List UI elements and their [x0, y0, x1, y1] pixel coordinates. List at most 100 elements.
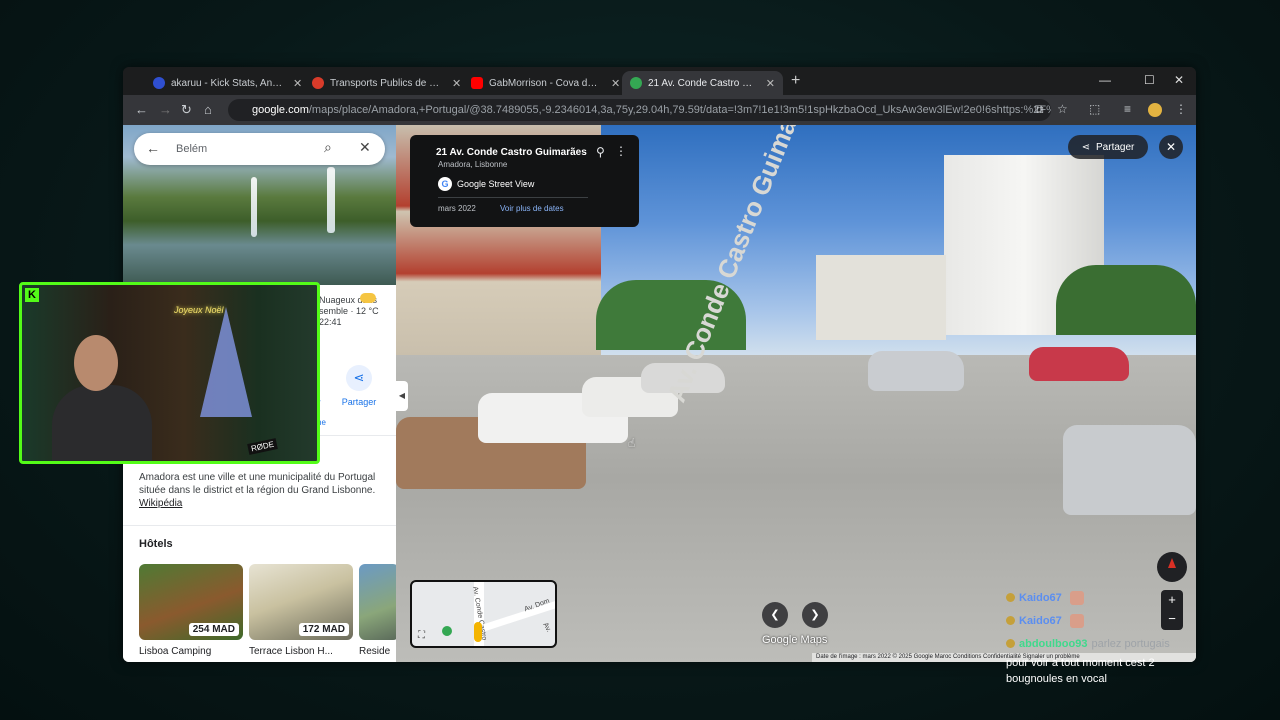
collapse-panel-button[interactable]: ◀ [396, 381, 408, 411]
pegman-icon [474, 622, 482, 642]
neon-sign: Joyeux Noël [174, 305, 224, 315]
hotel-card[interactable]: Reside [359, 564, 396, 657]
tab-bar: akaruu - Kick Stats, Analytics an ✕ Tran… [123, 67, 1196, 95]
hotel-price: 254 MAD [188, 623, 239, 636]
chat-text-inline: parlez portugais [1091, 637, 1170, 650]
fountain-jet [327, 167, 335, 233]
close-street-view-button[interactable]: ✕ [1159, 135, 1183, 159]
hotel-name: Lisboa Camping [139, 646, 212, 657]
share-icon: ⋖ [1081, 141, 1091, 153]
location-pin-icon[interactable]: ⚲ [596, 145, 605, 159]
transports-favicon-icon [312, 77, 324, 89]
christmas-tree [200, 307, 252, 417]
street-view[interactable]: Av. Conde Castro Guimarães 21 Av. Conde … [396, 125, 1196, 662]
chat-username: Kaido67 [1019, 591, 1062, 604]
microphone-brand: RØDE [247, 438, 278, 455]
provider-label: Google Street View [457, 179, 535, 189]
hotel-photo: 172 MAD [249, 564, 353, 640]
chat-text: pour voir a tout moment cest 2 bougnoule… [1006, 657, 1155, 685]
profile-avatar[interactable] [1148, 103, 1162, 117]
extensions-icon[interactable]: ⬚ [1089, 102, 1100, 116]
search-icon[interactable]: ⌕ [324, 139, 332, 156]
chat-badge-icon [1006, 639, 1015, 648]
divider [123, 525, 396, 526]
google-maps-logo: Google Maps [762, 634, 828, 646]
share-label: Partager [341, 397, 377, 407]
streamer-body [52, 385, 152, 461]
location-info-card: 21 Av. Conde Castro Guimarães Amadora, L… [410, 135, 639, 227]
search-input[interactable]: Belém [176, 143, 207, 155]
address-bar[interactable]: google.com/maps/place/Amadora,+Portugal/… [228, 99, 1051, 121]
tab-gabmorrison[interactable]: GabMorrison - Cova da Moura ✕ [463, 71, 628, 95]
tab-akaruu[interactable]: akaruu - Kick Stats, Analytics an ✕ [145, 71, 310, 95]
compass-icon[interactable] [1157, 552, 1187, 582]
red-car [1029, 347, 1129, 381]
url-domain: google.com [252, 104, 309, 116]
clear-icon[interactable]: ✕ [359, 139, 371, 156]
streamer-webcam: K Joyeux Noël RØDE [19, 282, 320, 464]
fountain-jet [251, 177, 257, 237]
kick-stats-favicon-icon [153, 77, 165, 89]
share-button[interactable]: ⋖ Partager [1068, 135, 1148, 159]
menu-kebab-icon[interactable]: ⋮ [1175, 102, 1187, 116]
expand-map-icon[interactable]: ⛶ [418, 630, 425, 641]
maximize-icon[interactable]: ☐ [1144, 73, 1155, 87]
install-app-icon[interactable]: ⧉ [1035, 102, 1044, 117]
place-description: Amadora est une ville et une municipalit… [139, 471, 379, 510]
map-street-label: Av. [541, 621, 553, 634]
back-icon[interactable]: ← [135, 102, 148, 117]
close-window-icon[interactable]: ✕ [1174, 73, 1184, 87]
chat-badge-icon [1006, 593, 1015, 602]
more-options-icon[interactable]: ⋮ [615, 144, 627, 158]
next-arrow-button[interactable]: ❯ [802, 602, 828, 628]
forward-icon[interactable]: → [159, 102, 172, 117]
share-label: Partager [1096, 141, 1135, 153]
address-subtitle: Amadora, Lisbonne [438, 160, 508, 169]
trees-right [1056, 265, 1196, 335]
more-dates-link[interactable]: Voir plus de dates [500, 204, 564, 213]
new-tab-icon[interactable]: + [791, 72, 800, 90]
mini-map[interactable]: Av. Conde Castro Av. Dom Av. ⛶ [410, 580, 557, 648]
stream-chat: Kaido67 Kaido67 abdoulboo93 parlez portu… [1006, 586, 1206, 687]
wikipedia-link[interactable]: Wikipédia [139, 498, 182, 509]
divider [438, 197, 588, 198]
chat-emote-icon [1069, 590, 1084, 605]
chat-username: abdoulboo93 [1019, 637, 1088, 650]
tab-label: Transports Publics de Sintra, Po [330, 77, 442, 89]
mouse-cursor-icon: ☝ [628, 436, 636, 450]
maps-search-box[interactable]: ← Belém ⌕ ✕ [134, 133, 385, 165]
weather-info: Nuageux dans semble · 12 °C 22:41 [319, 295, 379, 327]
hotel-name: Terrace Lisbon H... [249, 646, 333, 657]
close-tab-icon[interactable]: ✕ [766, 77, 775, 90]
close-tab-icon[interactable]: ✕ [611, 77, 620, 90]
silver-car-near [1063, 425, 1196, 515]
back-arrow-icon[interactable]: ← [146, 140, 160, 156]
close-tab-icon[interactable]: ✕ [452, 77, 461, 90]
close-tab-icon[interactable]: ✕ [293, 77, 302, 90]
weather-cloud-icon [360, 293, 376, 303]
bookmark-star-icon[interactable]: ☆ [1057, 102, 1068, 116]
hotel-price: 172 MAD [298, 623, 349, 636]
minimize-icon[interactable]: — [1099, 73, 1111, 87]
hotel-photo [359, 564, 396, 640]
hotel-photo: 254 MAD [139, 564, 243, 640]
reload-icon[interactable]: ↻ [181, 102, 192, 118]
media-icon[interactable]: ≡ [1124, 102, 1131, 116]
address-title: 21 Av. Conde Castro Guimarães [436, 147, 587, 158]
share-icon: ⋖ [346, 365, 372, 391]
previous-arrow-button[interactable]: ❮ [762, 602, 788, 628]
streamer-head [74, 335, 118, 391]
hotel-card[interactable]: 172 MAD Terrace Lisbon H... [249, 564, 353, 657]
kick-logo-icon: K [25, 288, 39, 302]
tab-transports[interactable]: Transports Publics de Sintra, Po ✕ [304, 71, 469, 95]
tab-maps[interactable]: 21 Av. Conde Castro Guimarães ✕ [622, 71, 783, 95]
maps-pin-favicon-icon [630, 77, 642, 89]
hotel-name: Reside [359, 646, 391, 657]
hotel-card[interactable]: 254 MAD Lisboa Camping [139, 564, 243, 657]
tab-label: 21 Av. Conde Castro Guimarães [648, 77, 756, 89]
home-icon[interactable]: ⌂ [204, 102, 212, 117]
url-path: /maps/place/Amadora,+Portugal/@38.748905… [308, 104, 1051, 116]
share-action[interactable]: ⋖ Partager [339, 365, 379, 407]
chat-message: Kaido67 [1006, 609, 1206, 632]
chat-message: abdoulboo93 parlez portugais [1006, 632, 1206, 655]
